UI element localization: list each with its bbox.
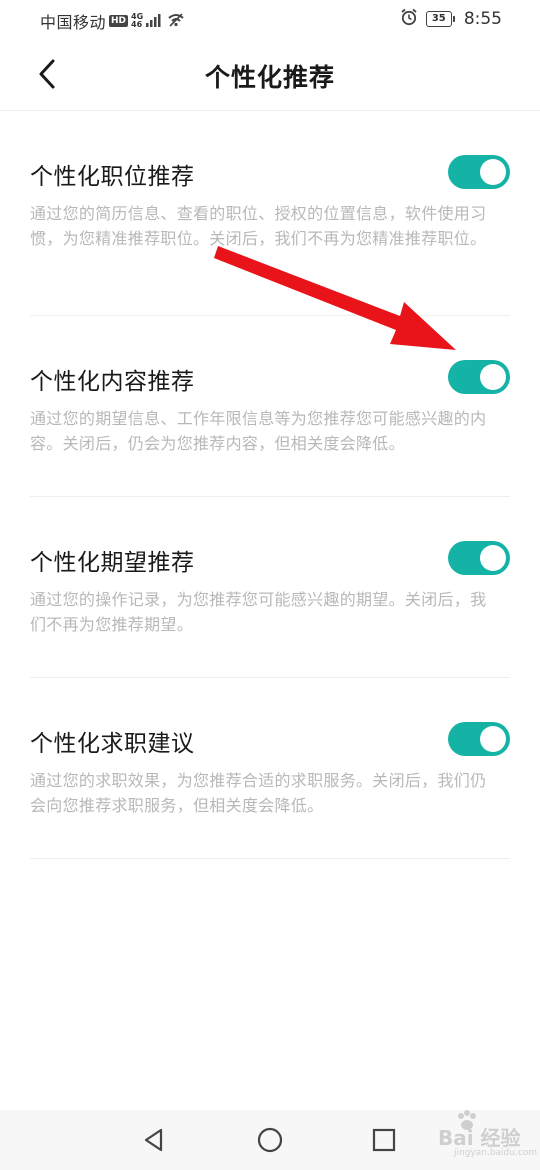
alarm-icon (400, 8, 418, 30)
setting-title: 个性化内容推荐 (30, 369, 195, 395)
setting-title: 个性化职位推荐 (30, 164, 195, 190)
triangle-back-icon (144, 1128, 163, 1152)
toggle-knob (480, 726, 506, 752)
toggle-knob (480, 364, 506, 390)
watermark-url: jingyan.baidu.com (454, 1148, 538, 1158)
top-nav-bar: 个性化推荐 (0, 38, 540, 111)
network-type: 4G 46 (131, 13, 143, 29)
system-recent-button[interactable] (368, 1124, 400, 1156)
setting-item-job-advice: 个性化求职建议 通过您的求职效果，为您推荐合适的求职服务。关闭后，我们仍会向您推… (30, 678, 510, 859)
setting-description: 通过您的求职效果，为您推荐合适的求职服务。关闭后，我们仍会向您推荐求职服务，但相… (30, 771, 487, 815)
toggle-job-advice[interactable] (448, 722, 510, 756)
battery-level: 35 (425, 11, 452, 27)
carrier-name: 中国移动 (40, 13, 107, 32)
setting-description: 通过您的简历信息、查看的职位、授权的位置信息，软件使用习惯，为您精准推荐职位。关… (30, 204, 487, 248)
setting-title: 个性化求职建议 (30, 731, 195, 757)
toggle-content-recommendation[interactable] (448, 360, 510, 394)
network-type-bottom: 46 (131, 20, 143, 29)
system-home-button[interactable] (254, 1124, 286, 1156)
page-title: 个性化推荐 (204, 63, 335, 92)
hd-badge: HD (109, 15, 129, 27)
toggle-knob (480, 545, 506, 571)
setting-title: 个性化期望推荐 (30, 550, 195, 576)
settings-list: 个性化职位推荐 通过您的简历信息、查看的职位、授权的位置信息，软件使用习惯，为您… (30, 111, 510, 859)
toggle-knob (480, 159, 506, 185)
circle-home-icon (257, 1127, 283, 1153)
setting-description: 通过您的期望信息、工作年限信息等为您推荐您可能感兴趣的内容。关闭后，仍会为您推荐… (30, 409, 487, 453)
system-back-button[interactable] (138, 1124, 170, 1156)
wifi-icon (167, 12, 185, 31)
setting-description: 通过您的操作记录，为您推荐您可能感兴趣的期望。关闭后，我们不再为您推荐期望。 (30, 590, 487, 634)
status-right: 35 8:55 (400, 8, 502, 30)
watermark-brand: Bai 经验 (438, 1126, 521, 1150)
setting-item-expectation-recommendation: 个性化期望推荐 通过您的操作记录，为您推荐您可能感兴趣的期望。关闭后，我们不再为… (30, 497, 510, 678)
toggle-job-recommendation[interactable] (448, 155, 510, 189)
setting-item-job-recommendation: 个性化职位推荐 通过您的简历信息、查看的职位、授权的位置信息，软件使用习惯，为您… (30, 111, 510, 316)
battery-icon: 35 (425, 11, 455, 27)
status-left: 中国移动 HD 4G 46 (40, 9, 185, 33)
setting-item-content-recommendation: 个性化内容推荐 通过您的期望信息、工作年限信息等为您推荐您可能感兴趣的内容。关闭… (30, 316, 510, 497)
clock-time: 8:55 (463, 9, 502, 29)
square-recent-icon (372, 1128, 396, 1152)
baidu-watermark: Bai 经验 jingyan.baidu.com (416, 1108, 537, 1168)
status-bar: 中国移动 HD 4G 46 35 8:55 (0, 0, 540, 38)
signal-icon (145, 12, 163, 31)
toggle-expectation-recommendation[interactable] (448, 541, 510, 575)
